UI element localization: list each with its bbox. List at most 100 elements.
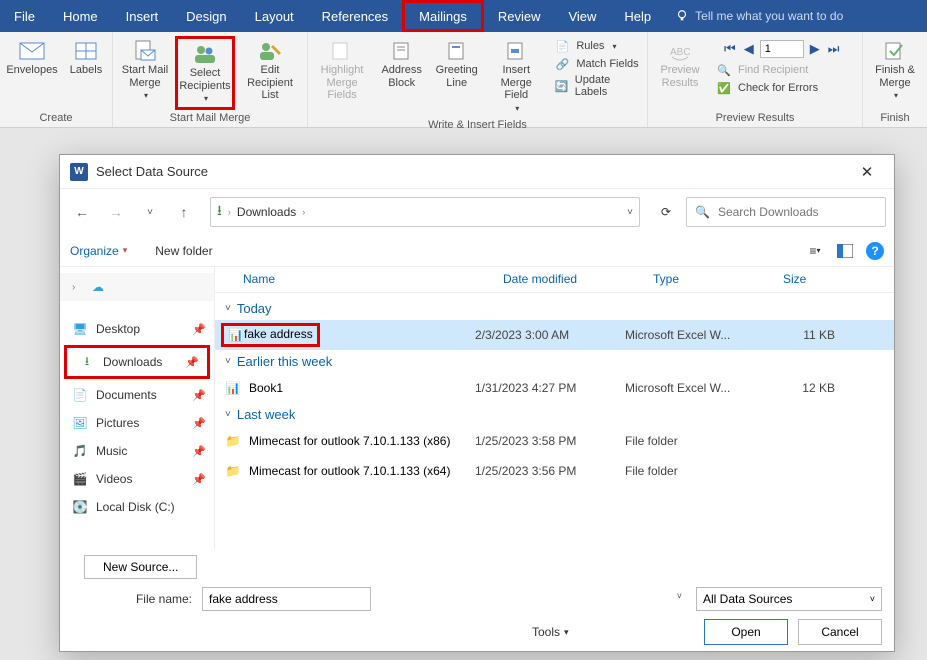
up-button[interactable]: ↑: [170, 198, 198, 226]
next-record-button[interactable]: ▶: [808, 41, 822, 57]
breadcrumb[interactable]: ⭳ › Downloads › ˅: [210, 197, 640, 227]
preview-pane-button[interactable]: [834, 240, 856, 262]
tree-music[interactable]: 🎵 Music 📌: [60, 437, 214, 465]
tree-videos[interactable]: 🎬 Videos 📌: [60, 465, 214, 493]
rules-icon: 📄: [554, 38, 570, 54]
finish-merge-button[interactable]: Finish & Merge▾: [865, 36, 925, 104]
close-button[interactable]: ✕: [850, 155, 884, 189]
tell-me[interactable]: Tell me what you want to do: [665, 0, 853, 32]
group-earlier-this-week[interactable]: ˅Earlier this week: [215, 350, 894, 373]
tree-downloads[interactable]: ⭳ Downloads 📌: [67, 348, 207, 376]
find-recipient-button[interactable]: 🔍Find Recipient: [716, 62, 808, 78]
pin-icon: 📌: [192, 323, 206, 336]
first-record-button[interactable]: ⏮: [722, 41, 738, 57]
col-name[interactable]: Name: [235, 267, 495, 292]
menu-design[interactable]: Design: [172, 0, 240, 32]
chevron-down-icon: ▾: [612, 42, 616, 51]
greeting-icon: [443, 40, 471, 62]
group-create: Envelopes Labels Create: [0, 32, 113, 127]
rules-button[interactable]: 📄Rules▾: [554, 38, 616, 54]
menu-view[interactable]: View: [554, 0, 610, 32]
download-arrow-icon: ⭳: [217, 200, 222, 224]
word-icon: W: [70, 163, 88, 181]
labels-button[interactable]: Labels: [62, 36, 110, 81]
menu-review[interactable]: Review: [484, 0, 555, 32]
col-type[interactable]: Type: [645, 267, 775, 292]
search-box[interactable]: 🔍: [686, 197, 886, 227]
new-source-button[interactable]: New Source...: [84, 555, 197, 579]
tree-documents[interactable]: 📄 Documents 📌: [60, 381, 214, 409]
dialog-title: Select Data Source: [96, 164, 850, 179]
breadcrumb-dropdown[interactable]: ˅: [627, 207, 633, 218]
documents-icon: 📄: [72, 387, 88, 403]
tree-downloads-highlight: ⭳ Downloads 📌: [64, 345, 210, 379]
select-recipients-button[interactable]: Select Recipients▾: [175, 36, 235, 110]
svg-text:ABC: ABC: [670, 47, 691, 58]
menu-references[interactable]: References: [308, 0, 402, 32]
check-errors-button[interactable]: ✅Check for Errors: [716, 80, 818, 96]
tree-local-disk[interactable]: 💽 Local Disk (C:): [60, 493, 214, 521]
chevron-down-icon[interactable]: ˅: [677, 591, 682, 601]
breadcrumb-location[interactable]: Downloads: [237, 205, 296, 219]
menu-home[interactable]: Home: [49, 0, 112, 32]
col-size[interactable]: Size: [775, 267, 855, 292]
file-pane: Name Date modified Type Size ˅Today 📊 fa…: [215, 267, 894, 549]
open-button[interactable]: Open: [704, 619, 788, 645]
forward-button[interactable]: →: [102, 198, 130, 226]
file-type-filter[interactable]: All Data Sources ˅: [696, 587, 882, 611]
people-icon: [191, 43, 219, 65]
music-icon: 🎵: [72, 443, 88, 459]
file-name-input[interactable]: [202, 587, 371, 611]
preview-results-button[interactable]: ABC Preview Results: [650, 36, 710, 93]
envelopes-button[interactable]: Envelopes: [2, 36, 62, 81]
recent-locations-button[interactable]: ˅: [136, 198, 164, 226]
match-fields-button[interactable]: 🔗Match Fields: [554, 56, 638, 72]
pin-icon: 📌: [185, 356, 199, 369]
last-record-button[interactable]: ⏭: [826, 41, 842, 57]
update-labels-icon: 🔄: [554, 78, 568, 94]
file-mimecast-x64[interactable]: 📁Mimecast for outlook 7.10.1.133 (x64) 1…: [215, 456, 894, 486]
prev-record-button[interactable]: ◀: [742, 41, 756, 57]
chevron-right-icon: ›: [302, 207, 305, 217]
file-mimecast-x86[interactable]: 📁Mimecast for outlook 7.10.1.133 (x86) 1…: [215, 426, 894, 456]
menu-bar: File Home Insert Design Layout Reference…: [0, 0, 927, 32]
update-labels-button[interactable]: 🔄Update Labels: [554, 74, 639, 98]
group-today[interactable]: ˅Today: [215, 297, 894, 320]
edit-recipient-list-button[interactable]: Edit Recipient List: [235, 36, 305, 106]
chevron-down-icon: ˅: [225, 356, 231, 367]
organize-button[interactable]: Organize▾: [70, 244, 127, 258]
tools-button[interactable]: Tools▾: [532, 625, 569, 639]
start-mail-merge-button[interactable]: Start Mail Merge▾: [115, 36, 175, 104]
insert-field-icon: [502, 40, 530, 62]
refresh-button[interactable]: ⟳: [652, 205, 680, 219]
tree-desktop[interactable]: 🖥 Desktop 📌: [60, 315, 214, 343]
file-book1[interactable]: 📊Book1 1/31/2023 4:27 PM Microsoft Excel…: [215, 373, 894, 403]
search-icon: 🔍: [695, 205, 710, 219]
tree-quick-access[interactable]: › ☁: [60, 273, 214, 301]
group-last-week[interactable]: ˅Last week: [215, 403, 894, 426]
greeting-line-button[interactable]: Greeting Line: [429, 36, 484, 93]
menu-insert[interactable]: Insert: [112, 0, 173, 32]
back-button[interactable]: ←: [68, 198, 96, 226]
help-button[interactable]: ?: [866, 242, 884, 260]
dialog-titlebar: W Select Data Source ✕: [60, 155, 894, 189]
record-number-input[interactable]: [760, 40, 804, 58]
view-options-button[interactable]: ≡ ▾: [804, 240, 826, 262]
col-date[interactable]: Date modified: [495, 267, 645, 292]
menu-help[interactable]: Help: [610, 0, 665, 32]
new-folder-button[interactable]: New folder: [155, 244, 212, 258]
menu-file[interactable]: File: [0, 0, 49, 32]
address-block-button[interactable]: Address Block: [374, 36, 429, 93]
insert-merge-field-button[interactable]: Insert Merge Field▾: [484, 36, 548, 117]
document-mail-icon: [131, 40, 159, 62]
tree-pictures[interactable]: 🖼 Pictures 📌: [60, 409, 214, 437]
file-fake-address[interactable]: 📊 fake address 2/3/2023 3:00 AM Microsof…: [215, 320, 894, 350]
cancel-button[interactable]: Cancel: [798, 619, 882, 645]
lightbulb-icon: [675, 9, 689, 23]
highlight-merge-fields-button[interactable]: Highlight Merge Fields: [310, 36, 374, 106]
search-input[interactable]: [716, 204, 877, 220]
menu-layout[interactable]: Layout: [241, 0, 308, 32]
file-name-label: File name:: [72, 592, 192, 606]
menu-mailings[interactable]: Mailings: [402, 0, 484, 32]
chevron-down-icon: ▾: [144, 91, 148, 100]
